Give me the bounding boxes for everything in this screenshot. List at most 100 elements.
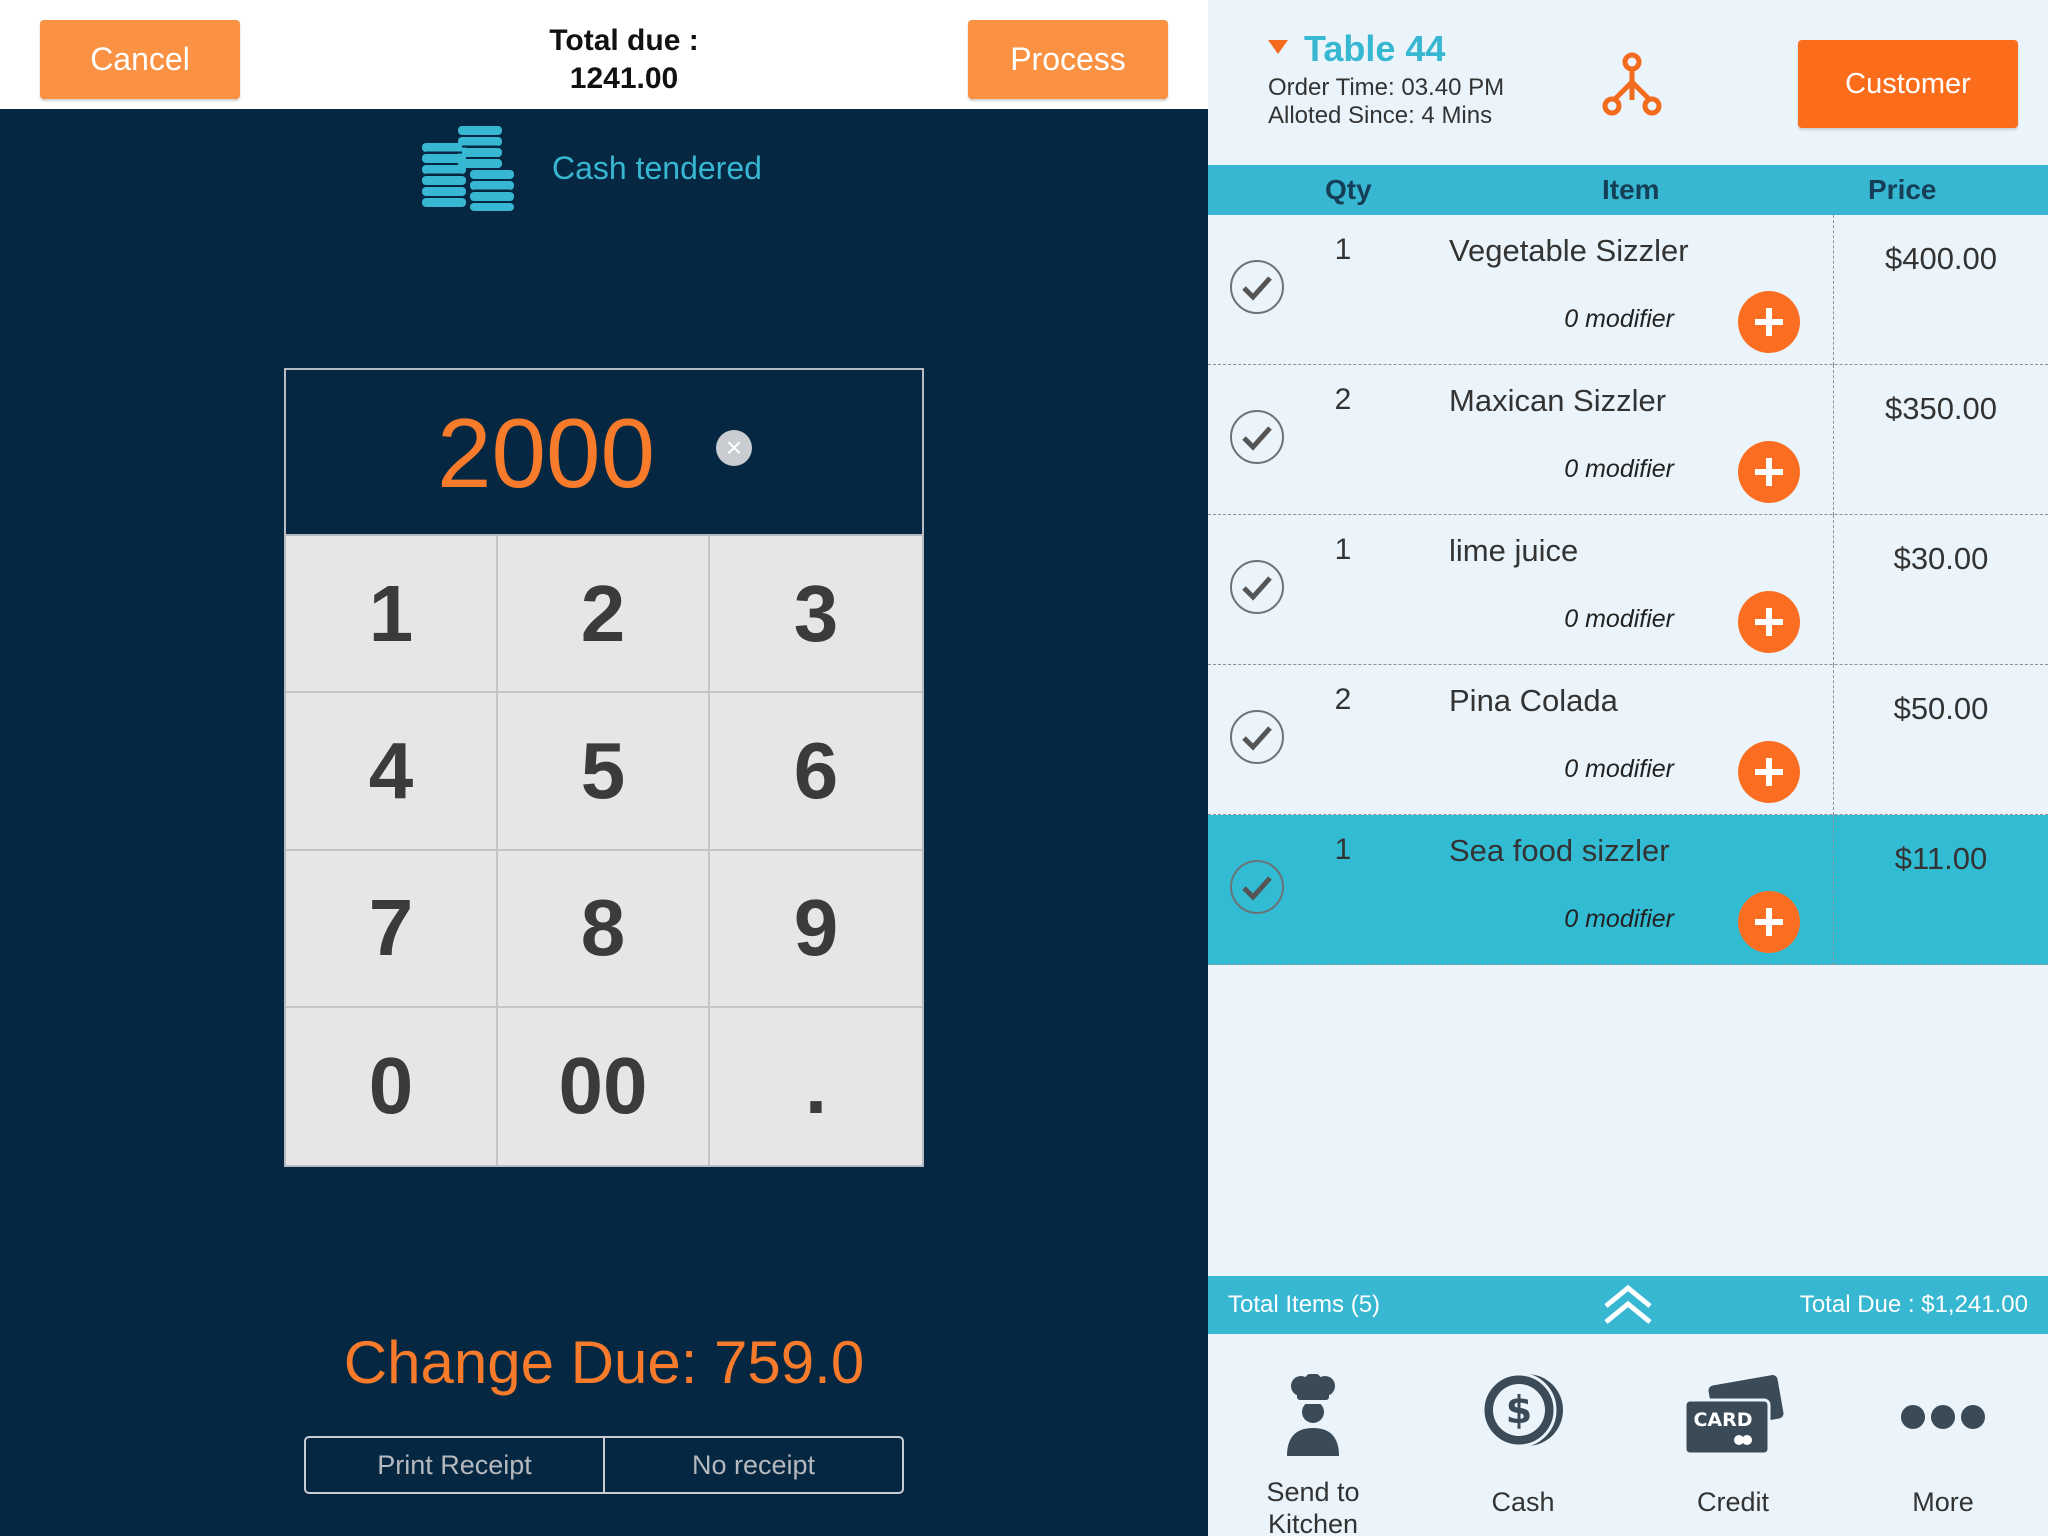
clear-icon[interactable]: × [716, 430, 752, 466]
more-dots-icon [1901, 1405, 1985, 1429]
item-modifier: 0 modifier [1564, 605, 1674, 633]
key-8[interactable]: 8 [498, 850, 710, 1008]
credit-label: Credit [1696, 1487, 1770, 1517]
process-button[interactable]: Process [968, 20, 1168, 99]
card-icon: CARD [1683, 1375, 1784, 1456]
key-4[interactable]: 4 [286, 693, 498, 851]
payment-panel: Cancel Total due : 1241.00 Process Cash … [0, 0, 1208, 1536]
customer-button[interactable]: Customer [1798, 40, 2018, 128]
credit-button[interactable]: CARD Credit [1628, 1334, 1838, 1536]
order-row[interactable]: 1 Vegetable Sizzler 0 modifier $400.00 [1208, 215, 2048, 365]
more-button[interactable]: More [1838, 1334, 2048, 1536]
price-column-header: Price [1868, 174, 1937, 205]
amount-display: 2000 × [286, 370, 922, 536]
item-column-header: Item [1602, 174, 1660, 205]
order-items: 1 Vegetable Sizzler 0 modifier $400.00 2… [1208, 215, 2048, 965]
send-to-kitchen-button[interactable]: Send to Kitchen [1208, 1334, 1418, 1536]
cash-button[interactable]: $ Cash [1418, 1334, 1628, 1536]
order-table-header: Qty Item Price [1208, 165, 2048, 215]
payment-header: Cancel Total due : 1241.00 Process [0, 0, 1208, 109]
print-receipt-button[interactable]: Print Receipt [306, 1438, 603, 1492]
more-label: More [1912, 1487, 1974, 1517]
order-row[interactable]: 1 lime juice 0 modifier $30.00 [1208, 515, 2048, 665]
keypad-keys: 1 2 3 4 5 6 7 8 9 0 00 . [286, 536, 922, 1165]
totals-bar: Total Items (5) Total Due : $1,241.00 [1208, 1276, 2048, 1334]
cancel-button[interactable]: Cancel [40, 20, 240, 99]
add-modifier-icon[interactable] [1738, 741, 1800, 803]
item-modifier: 0 modifier [1564, 905, 1674, 933]
add-modifier-icon[interactable] [1738, 291, 1800, 353]
item-qty: 1 [1334, 233, 1352, 266]
send-to-kitchen-label: Send to Kitchen [1266, 1477, 1360, 1536]
add-modifier-icon[interactable] [1738, 891, 1800, 953]
column-divider [1833, 215, 1834, 365]
cash-label: Cash [1491, 1487, 1555, 1517]
amount-input[interactable]: 2000 [426, 398, 666, 508]
order-row-selected[interactable]: 1 Sea food sizzler 0 modifier $11.00 [1208, 815, 2048, 965]
total-due: Total due : 1241.00 [504, 22, 744, 98]
key-1[interactable]: 1 [286, 536, 498, 694]
item-name: Vegetable Sizzler [1449, 233, 1689, 268]
column-divider [1833, 515, 1834, 665]
item-qty: 1 [1334, 533, 1352, 566]
key-2[interactable]: 2 [498, 536, 710, 694]
total-items: Total Items (5) [1228, 1291, 1381, 1318]
add-modifier-icon[interactable] [1738, 441, 1800, 503]
item-price: $400.00 [1884, 241, 1998, 276]
item-qty: 2 [1334, 683, 1352, 716]
column-divider [1833, 665, 1834, 815]
item-price: $50.00 [1893, 691, 1989, 726]
receipt-options: Print Receipt No receipt [304, 1436, 904, 1494]
key-0[interactable]: 0 [286, 1007, 498, 1165]
cash-tendered-label: Cash tendered [552, 150, 762, 186]
action-bar: Send to Kitchen $ Cash CARD Credit More [1208, 1334, 2048, 1536]
column-divider [1833, 365, 1834, 515]
no-receipt-button[interactable]: No receipt [603, 1438, 902, 1492]
split-order-icon[interactable] [1602, 52, 1662, 116]
order-time: Order Time: 03.40 PM [1268, 74, 1505, 101]
dollar-coin-icon: $ [1481, 1372, 1563, 1448]
key-decimal[interactable]: . [710, 1007, 922, 1165]
checkmark-icon[interactable] [1230, 710, 1284, 764]
item-modifier: 0 modifier [1564, 755, 1674, 783]
checkmark-icon[interactable] [1230, 560, 1284, 614]
cash-tendered: Cash tendered [420, 124, 840, 214]
total-due-value: 1241.00 [569, 62, 679, 95]
order-row[interactable]: 2 Pina Colada 0 modifier $50.00 [1208, 665, 2048, 815]
key-00[interactable]: 00 [498, 1007, 710, 1165]
checkmark-icon[interactable] [1230, 410, 1284, 464]
item-name: Pina Colada [1449, 683, 1618, 718]
column-divider [1833, 815, 1834, 965]
item-modifier: 0 modifier [1564, 305, 1674, 333]
item-modifier: 0 modifier [1564, 455, 1674, 483]
table-name-label: Table 44 [1304, 28, 1446, 69]
item-name: Sea food sizzler [1449, 833, 1670, 868]
key-9[interactable]: 9 [710, 850, 922, 1008]
qty-column-header: Qty [1325, 174, 1372, 205]
table-name[interactable]: Table 44 [1268, 28, 1445, 70]
key-7[interactable]: 7 [286, 850, 498, 1008]
total-due-label: Total due : [549, 24, 699, 57]
item-qty: 1 [1334, 833, 1352, 866]
double-chevron-up-icon[interactable] [1602, 1284, 1654, 1326]
order-panel: Table 44 Order Time: 03.40 PM Alloted Si… [1208, 0, 2048, 1536]
add-modifier-icon[interactable] [1738, 591, 1800, 653]
order-row[interactable]: 2 Maxican Sizzler 0 modifier $350.00 [1208, 365, 2048, 515]
svg-text:CARD: CARD [1693, 1409, 1752, 1431]
item-price: $11.00 [1894, 841, 1988, 876]
key-5[interactable]: 5 [498, 693, 710, 851]
chef-icon [1287, 1374, 1339, 1456]
coins-icon [422, 126, 514, 211]
checkmark-icon[interactable] [1230, 860, 1284, 914]
change-due: Change Due: 759.0 [343, 1329, 865, 1396]
checkmark-icon[interactable] [1230, 260, 1284, 314]
item-price: $30.00 [1893, 541, 1989, 576]
order-total-due: Total Due : $1,241.00 [1799, 1291, 2028, 1318]
key-3[interactable]: 3 [710, 536, 922, 694]
item-name: Maxican Sizzler [1449, 383, 1667, 418]
allotted-since: Alloted Since: 4 Mins [1268, 102, 1493, 129]
item-qty: 2 [1334, 383, 1352, 416]
key-6[interactable]: 6 [710, 693, 922, 851]
svg-text:$: $ [1506, 1388, 1532, 1432]
item-price: $350.00 [1884, 391, 1998, 426]
